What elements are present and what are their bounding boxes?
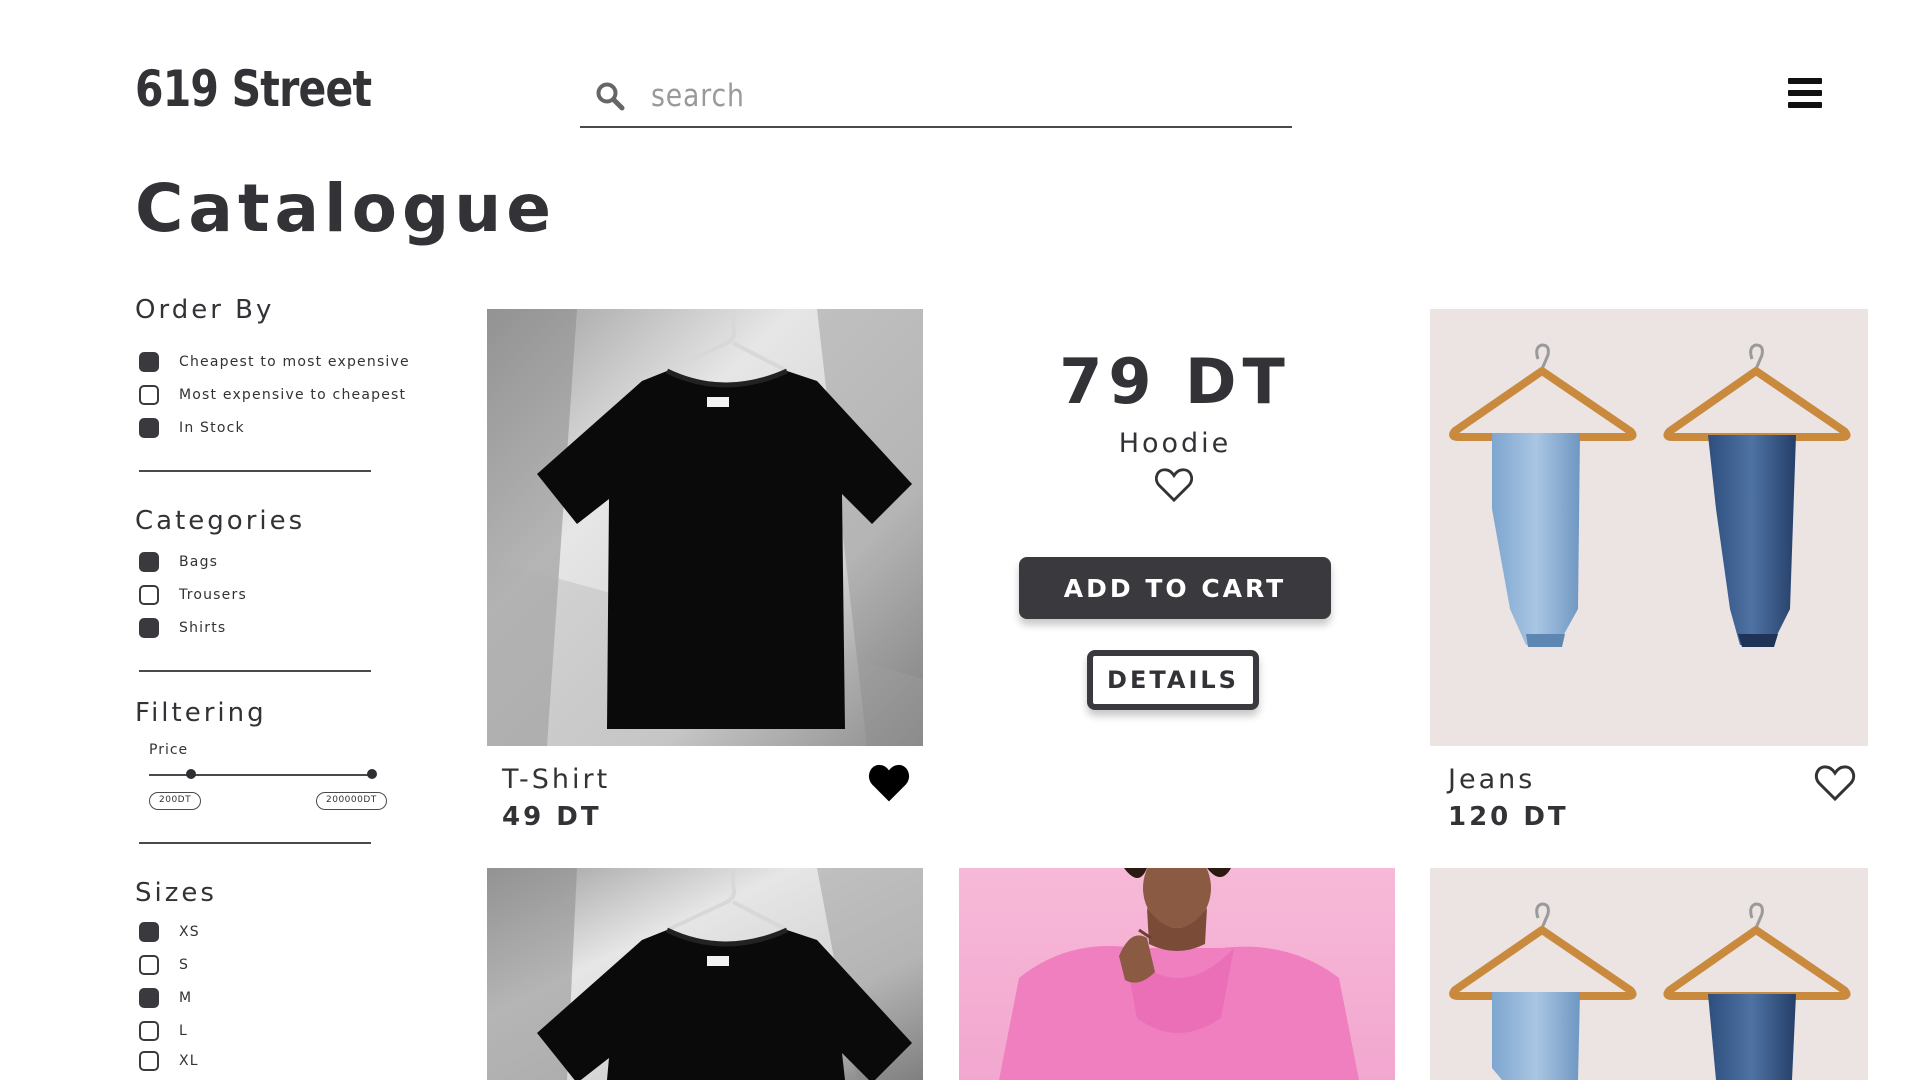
- option-label: XL: [179, 1053, 199, 1069]
- checkbox[interactable]: [139, 988, 159, 1008]
- filtering-heading: Filtering: [135, 698, 267, 728]
- option-label: Trousers: [179, 587, 247, 603]
- price-slider-track[interactable]: [149, 774, 375, 776]
- price-slider-min-handle[interactable]: [186, 769, 196, 779]
- brand-logo[interactable]: 619 Street: [135, 60, 372, 118]
- search-icon[interactable]: [595, 81, 625, 111]
- heart-outline-icon[interactable]: [1814, 764, 1856, 802]
- checkbox[interactable]: [139, 552, 159, 572]
- hamburger-menu-icon[interactable]: [1788, 78, 1822, 108]
- search-input[interactable]: [651, 78, 1167, 114]
- categories-heading: Categories: [135, 506, 306, 536]
- order-option-in-stock[interactable]: In Stock: [139, 418, 245, 438]
- jeans-product-image[interactable]: [1430, 309, 1868, 746]
- price-max-value[interactable]: 200000DT: [316, 792, 387, 810]
- option-label: M: [179, 990, 193, 1006]
- size-xs[interactable]: XS: [139, 922, 200, 942]
- price-slider-max-handle[interactable]: [367, 769, 377, 779]
- checkbox[interactable]: [139, 385, 159, 405]
- add-to-cart-button[interactable]: ADD TO CART: [1019, 557, 1331, 619]
- option-label: In Stock: [179, 420, 245, 436]
- size-l[interactable]: L: [139, 1021, 188, 1041]
- order-option-most-expensive[interactable]: Most expensive to cheapest: [139, 385, 406, 405]
- product-name[interactable]: Jeans: [1448, 764, 1535, 795]
- order-option-cheapest[interactable]: Cheapest to most expensive: [139, 352, 410, 372]
- option-label: S: [179, 957, 190, 973]
- details-button[interactable]: DETAILS: [1087, 650, 1259, 710]
- page-title: Catalogue: [135, 170, 557, 247]
- heart-outline-icon[interactable]: [1154, 467, 1194, 503]
- hoodie-product-image[interactable]: [959, 868, 1395, 1080]
- tshirt-product-image[interactable]: [487, 868, 923, 1080]
- checkbox[interactable]: [139, 418, 159, 438]
- divider: [139, 670, 371, 672]
- option-label: Most expensive to cheapest: [179, 387, 407, 403]
- jeans-product-image[interactable]: [1430, 868, 1868, 1080]
- checkbox[interactable]: [139, 618, 159, 638]
- divider: [139, 842, 371, 844]
- product-name[interactable]: T-Shirt: [502, 764, 610, 795]
- option-label: XS: [179, 924, 200, 940]
- checkbox[interactable]: [139, 1021, 159, 1041]
- category-bags[interactable]: Bags: [139, 552, 218, 572]
- option-label: Cheapest to most expensive: [179, 354, 410, 370]
- checkbox[interactable]: [139, 352, 159, 372]
- option-label: Shirts: [179, 620, 227, 636]
- checkbox[interactable]: [139, 922, 159, 942]
- divider: [139, 470, 371, 472]
- tshirt-product-image[interactable]: [487, 309, 923, 746]
- heart-filled-icon[interactable]: [868, 764, 910, 802]
- price-min-value[interactable]: 200DT: [149, 792, 202, 810]
- category-shirts[interactable]: Shirts: [139, 618, 226, 638]
- product-price: 49 DT: [502, 802, 602, 832]
- checkbox[interactable]: [139, 585, 159, 605]
- category-trousers[interactable]: Trousers: [139, 585, 247, 605]
- checkbox[interactable]: [139, 955, 159, 975]
- size-xl[interactable]: XL: [139, 1051, 199, 1071]
- product-price: 120 DT: [1448, 802, 1569, 832]
- checkbox[interactable]: [139, 1051, 159, 1071]
- option-label: Bags: [179, 554, 219, 570]
- price-label: Price: [149, 742, 189, 758]
- size-s[interactable]: S: [139, 955, 189, 975]
- search-bar: [580, 66, 1292, 128]
- hoodie-price: 79 DT: [1059, 345, 1291, 418]
- order-by-heading: Order By: [135, 295, 275, 325]
- size-m[interactable]: M: [139, 988, 192, 1008]
- hoodie-name[interactable]: Hoodie: [960, 428, 1390, 459]
- option-label: L: [179, 1023, 188, 1039]
- sizes-heading: Sizes: [135, 878, 217, 908]
